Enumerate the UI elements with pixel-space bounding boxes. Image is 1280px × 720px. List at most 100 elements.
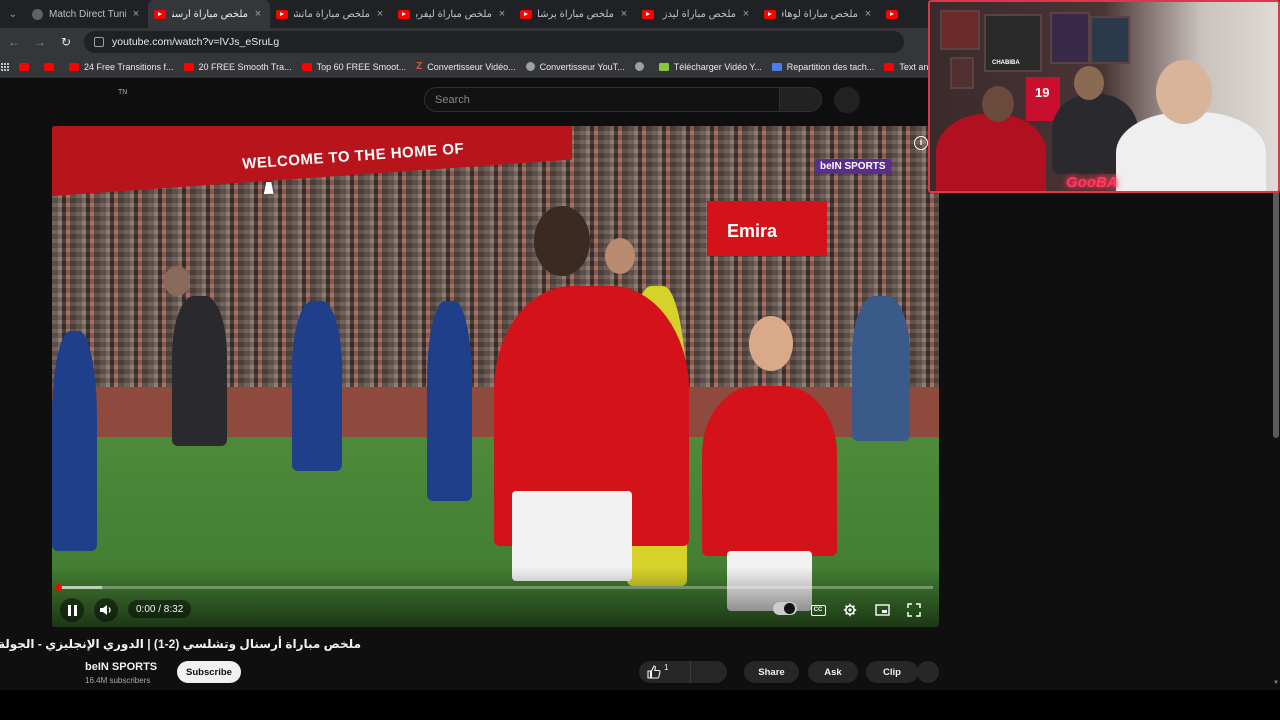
fullscreen-icon <box>907 603 921 617</box>
cc-icon: CC <box>810 604 826 616</box>
back-button[interactable]: ← <box>2 30 26 54</box>
fullscreen-button[interactable] <box>902 598 926 622</box>
globe-icon <box>634 62 644 71</box>
player-figure <box>427 301 472 501</box>
wall-poster <box>1050 12 1090 64</box>
tab-label: ملخص مباراة لوهافر و <box>782 8 858 20</box>
search-input[interactable]: Search <box>424 87 780 112</box>
progress-bar[interactable] <box>58 586 933 589</box>
close-icon[interactable]: × <box>252 8 264 20</box>
wall-poster <box>950 57 974 89</box>
scroll-down-icon[interactable]: ▼ <box>1272 680 1280 688</box>
tab-label: ملخص مباراة ليدز يونا <box>660 8 736 20</box>
browser-tab[interactable]: ملخص مباراة أرسنال و × <box>148 0 270 28</box>
bookmark-item[interactable]: Télécharger Vidéo Y... <box>658 61 762 72</box>
video-player[interactable]: WELCOME TO THE HOME OF Emira beIN SPORTS… <box>52 126 939 627</box>
time-display: 0:00 / 8:32 <box>128 600 192 618</box>
youtube-icon <box>520 9 532 19</box>
browser-tab[interactable]: ملخص مباراة مانشستر × <box>270 0 392 28</box>
browser-tab[interactable]: ملخص مباراة لوهافر و × <box>758 0 880 28</box>
bookmark-item[interactable] <box>44 62 59 71</box>
url-text: youtube.com/watch?v=lVJs_eSruLg <box>112 36 280 48</box>
player-head <box>749 316 793 371</box>
jersey-number: 19 <box>1035 85 1050 100</box>
reload-button[interactable]: ↻ <box>54 30 78 54</box>
tab-label: ملخص مباراة برشلونة <box>538 8 614 20</box>
browser-tab[interactable]: ملخص مباراة ليدز يونا × <box>636 0 758 28</box>
close-icon[interactable]: × <box>862 8 874 20</box>
arrow-right-icon: → <box>34 35 46 49</box>
close-icon[interactable]: × <box>374 8 386 20</box>
youtube-icon <box>301 62 312 71</box>
browser-tab[interactable]: ملخص مباراة برشلونة × <box>514 0 636 28</box>
browser-tab[interactable]: Match Direct Tunisie × <box>26 0 148 28</box>
settings-button[interactable] <box>838 598 862 622</box>
ask-button[interactable]: Ask <box>808 661 858 683</box>
clip-button[interactable]: Clip <box>866 661 918 683</box>
player-figure <box>52 331 97 551</box>
browser-tab[interactable]: ملخص مباراة ليفربول × <box>392 0 514 28</box>
person-right <box>1116 112 1266 191</box>
miniplayer-icon <box>874 604 890 616</box>
progress-scrubber[interactable] <box>55 584 62 591</box>
channel-name[interactable]: beIN SPORTS <box>85 661 157 673</box>
gear-icon <box>843 603 857 617</box>
subscriber-count: 16.4M subscribers <box>85 676 151 685</box>
miniplayer-button[interactable] <box>870 598 894 622</box>
bookmark-label: Convertisseur Vidéo... <box>427 61 516 72</box>
apps-grid-icon <box>0 62 9 71</box>
volume-icon <box>100 605 111 615</box>
volume-button[interactable] <box>94 598 118 622</box>
bookmark-item[interactable]: 20 FREE Smooth Tra... <box>183 62 292 72</box>
bookmark-item[interactable]: Z Convertisseur Vidéo... <box>416 61 516 72</box>
subtitles-button[interactable]: CC <box>806 598 830 622</box>
dislike-button[interactable] <box>691 661 727 683</box>
tab-label: ملخص مباراة ليفربول <box>416 8 492 20</box>
z-icon: Z <box>416 61 423 72</box>
player-figure <box>292 301 342 471</box>
youtube-icon <box>154 9 166 19</box>
bookmark-label: Télécharger Vidéo Y... <box>673 61 762 72</box>
wall-poster: CHABIBA <box>984 14 1042 72</box>
player-head <box>605 238 635 274</box>
country-code: TN <box>118 89 128 96</box>
bookmark-item[interactable] <box>19 62 34 71</box>
player-figure <box>702 386 837 556</box>
bookmark-item[interactable] <box>634 62 649 71</box>
broadcaster-logo: beIN SPORTS <box>815 159 891 174</box>
share-button[interactable]: Share <box>744 661 799 683</box>
wall-poster <box>940 10 980 50</box>
tab-search-button[interactable]: ⌄ <box>0 0 26 28</box>
pause-button[interactable] <box>60 598 84 622</box>
more-actions-button[interactable] <box>917 661 939 683</box>
site-info-icon[interactable] <box>94 37 104 47</box>
pause-icon <box>67 604 77 616</box>
doc-icon <box>771 62 782 71</box>
bookmark-item[interactable]: Top 60 FREE Smoot... <box>301 62 406 72</box>
youtube-icon <box>764 9 776 19</box>
autoplay-toggle[interactable] <box>773 602 797 615</box>
address-bar[interactable]: youtube.com/watch?v=lVJs_eSruLg <box>84 31 904 53</box>
info-icon[interactable]: i <box>914 136 928 150</box>
player-figure <box>852 296 910 441</box>
bookmark-item[interactable]: Repartition des tach... <box>771 61 875 72</box>
search-button[interactable] <box>780 87 822 112</box>
forward-button[interactable]: → <box>28 30 52 54</box>
close-icon[interactable]: × <box>740 8 752 20</box>
avatar[interactable] <box>52 660 79 687</box>
close-icon[interactable]: × <box>130 8 142 20</box>
tab-label: Match Direct Tunisie <box>49 8 126 20</box>
wall-poster <box>1090 16 1130 64</box>
bookmark-label: Repartition des tach... <box>786 61 875 72</box>
converter-icon <box>525 62 535 71</box>
bookmark-item[interactable]: Convertisseur YouT... <box>525 62 625 72</box>
close-icon[interactable]: × <box>496 8 508 20</box>
voice-search-button[interactable] <box>834 87 860 113</box>
bookmark-item[interactable]: 24 Free Transitions f... <box>69 62 174 72</box>
like-button[interactable]: 1 <box>639 661 691 683</box>
apps-button[interactable] <box>0 56 9 78</box>
like-count: 1 <box>664 662 669 672</box>
close-icon[interactable]: × <box>618 8 630 20</box>
subscribe-button[interactable]: Subscribe <box>177 661 241 683</box>
youtube-icon <box>276 9 288 19</box>
